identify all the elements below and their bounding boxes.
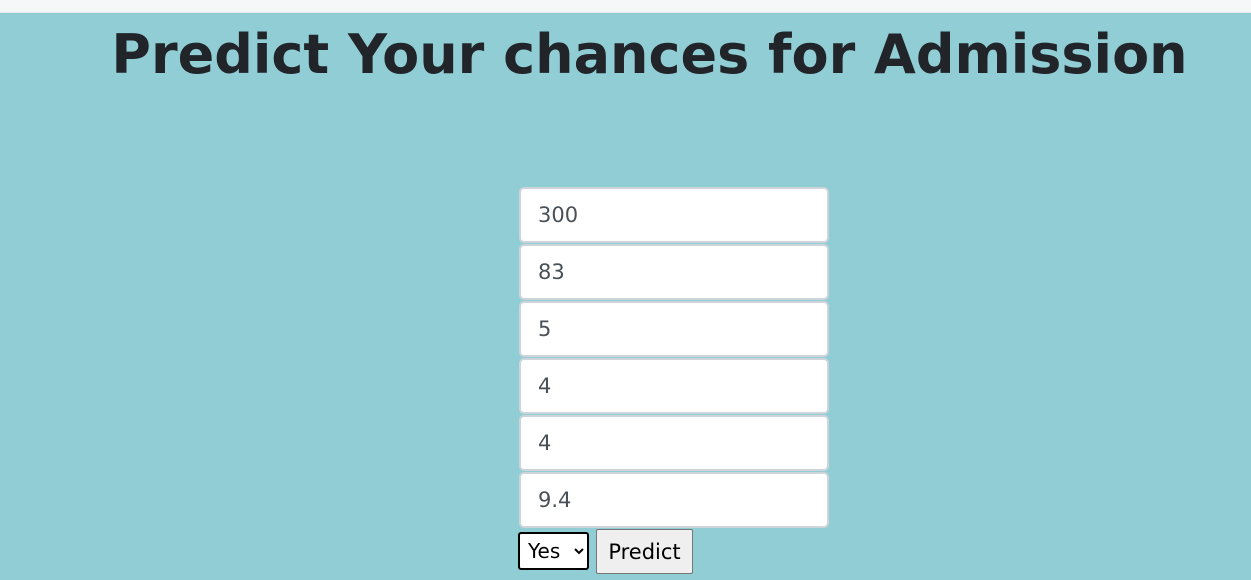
input-field-4[interactable] bbox=[519, 358, 829, 414]
input-field-3[interactable] bbox=[519, 301, 829, 357]
input-field-5[interactable] bbox=[519, 415, 829, 471]
page-title: Predict Your chances for Admission bbox=[111, 23, 1188, 86]
page-background: Predict Your chances for Admission Yes P… bbox=[0, 13, 1251, 580]
input-field-2[interactable] bbox=[519, 244, 829, 300]
input-field-6[interactable] bbox=[519, 472, 829, 528]
yes-no-select[interactable]: Yes bbox=[518, 532, 589, 570]
predict-button[interactable]: Predict bbox=[596, 529, 693, 574]
browser-top-strip bbox=[0, 0, 1251, 13]
input-field-1[interactable] bbox=[519, 187, 829, 243]
